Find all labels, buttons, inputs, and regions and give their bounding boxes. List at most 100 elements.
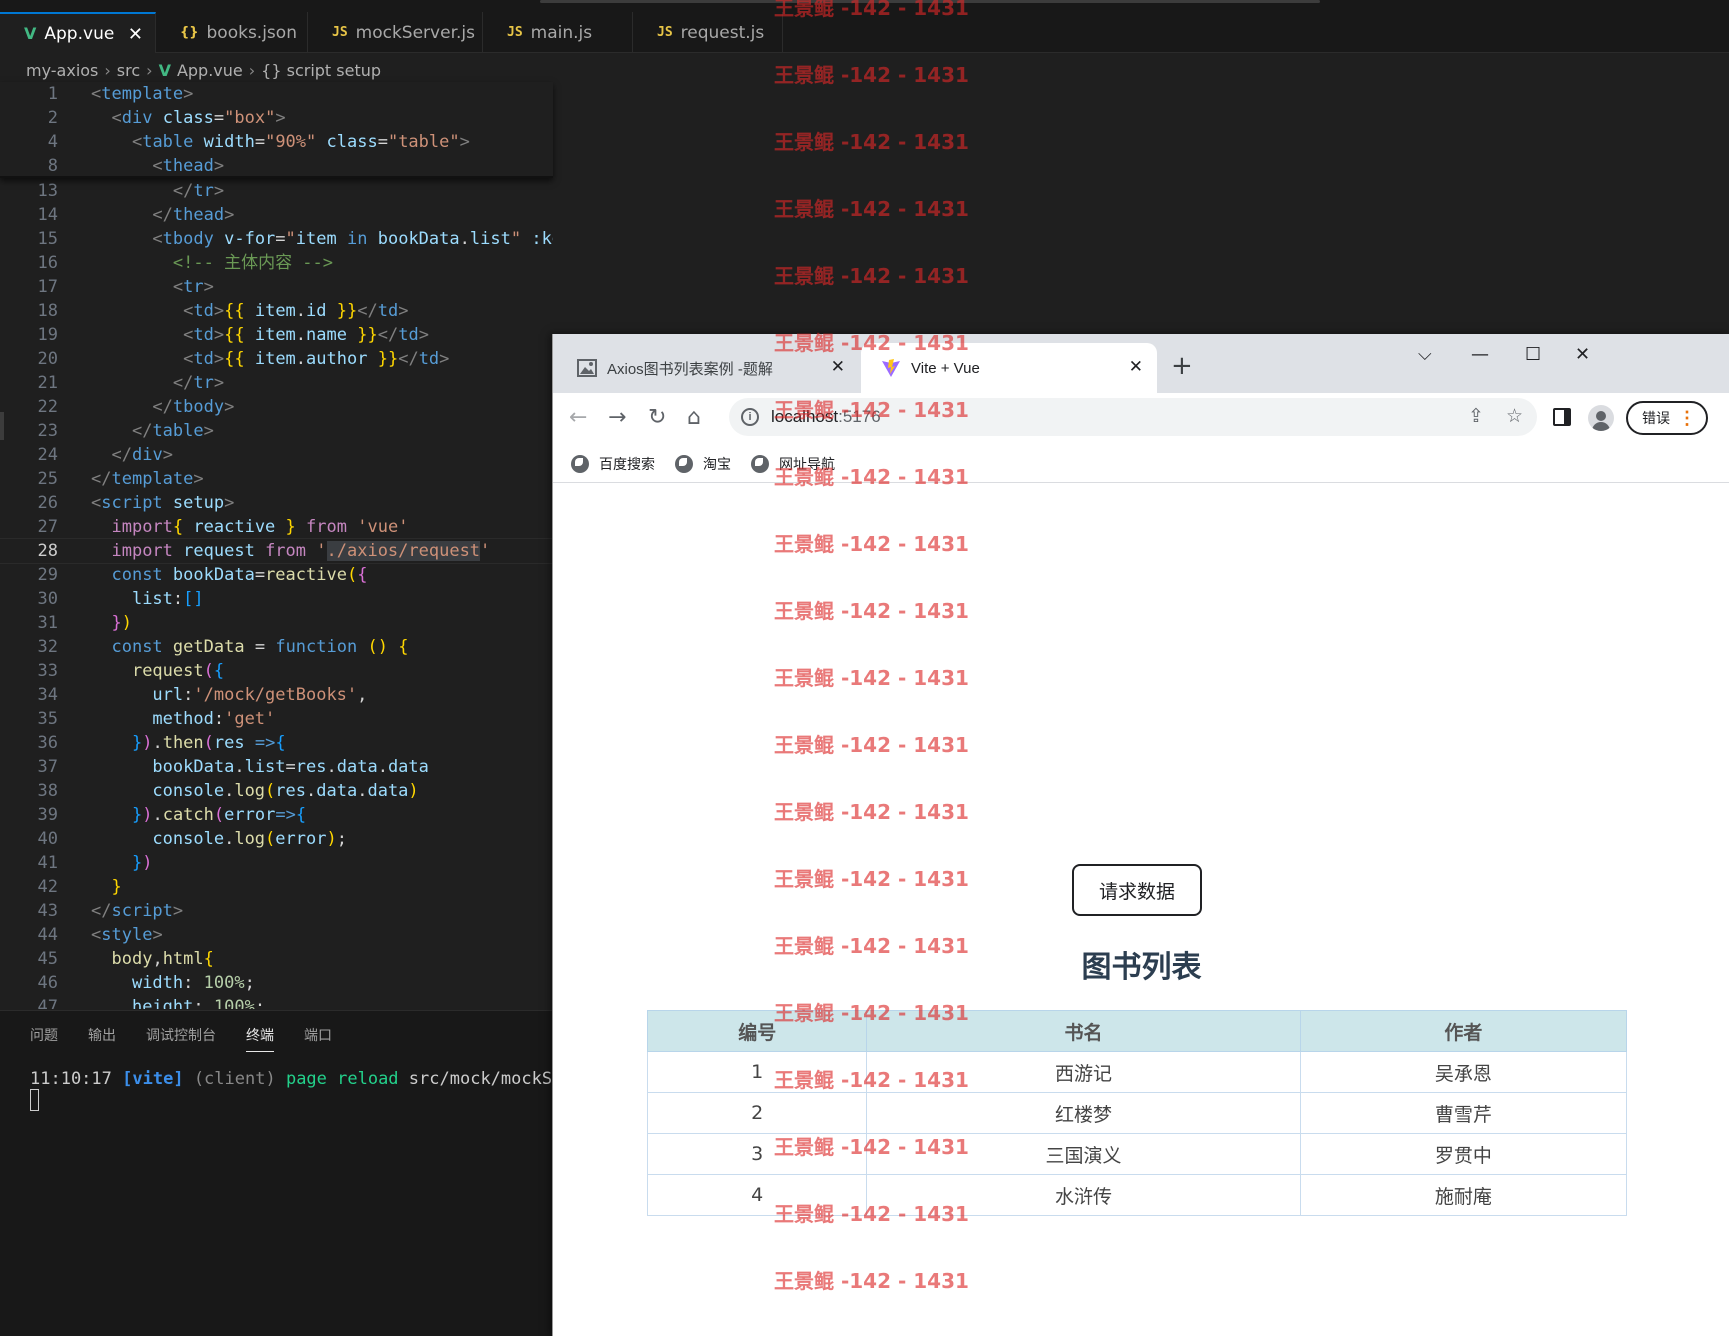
more-options-icon[interactable]: ⋮	[1678, 407, 1696, 429]
line-number: 47	[37, 997, 58, 1009]
code-line[interactable]: 47 height: 100%;	[0, 995, 553, 1009]
code-line[interactable]: 19 <td>{{ item.name }}</td>	[0, 323, 553, 347]
line-number: 40	[37, 829, 58, 849]
breadcrumb-item[interactable]: App.vue	[177, 61, 243, 80]
tab-search-icon[interactable]: ⌵	[1418, 344, 1432, 365]
code-line[interactable]: 39 }).catch(error=>{	[0, 803, 553, 827]
globe-icon	[571, 454, 589, 473]
code-text: <!-- 主体内容 -->	[172, 253, 334, 273]
breadcrumb-item[interactable]: my-axios	[26, 61, 98, 80]
globe-icon	[675, 454, 693, 473]
line-number: 41	[37, 853, 58, 873]
line-number: 14	[37, 205, 58, 225]
tab-books-json[interactable]: {} books.json	[156, 12, 308, 53]
request-data-button[interactable]: 请求数据	[1072, 864, 1202, 916]
table-cell: 水浒传	[866, 1174, 1301, 1216]
code-line[interactable]: 35 method:'get'	[0, 707, 553, 731]
tab-request-js[interactable]: JS request.js	[633, 12, 783, 53]
code-editor[interactable]: 13 </tr> 14 </thead> 15 <tbody v-for="item…	[0, 179, 553, 1009]
code-line[interactable]: 37 bookData.list=res.data.data	[0, 755, 553, 779]
code-line[interactable]: 38 console.log(res.data.data)	[0, 779, 553, 803]
code-line[interactable]: 27 import{ reactive } from 'vue'	[0, 515, 553, 539]
code-line[interactable]: 20 <td>{{ item.author }}</td>	[0, 347, 553, 371]
browser-tab-axios[interactable]: Axios图书列表案例 -题解 ✕	[563, 343, 859, 393]
forward-icon[interactable]: →	[608, 405, 626, 430]
close-icon[interactable]: ✕	[1129, 357, 1143, 377]
browser-toolbar: ← → ↻ ⌂ i localhost:5176 ⇪ ☆ 错误 ⋮	[553, 393, 1729, 445]
code-line[interactable]: 23 </table>	[0, 419, 553, 443]
code-line[interactable]: 17 <tr>	[0, 275, 553, 299]
code-line[interactable]: 13 </tr>	[0, 179, 553, 203]
code-text: console.log(res.data.data)	[152, 781, 419, 801]
avatar[interactable]	[1588, 405, 1614, 431]
code-line[interactable]: 24 </div>	[0, 443, 553, 467]
code-line[interactable]: 26 <script setup>	[0, 491, 553, 515]
code-line[interactable]: 16 <!-- 主体内容 -->	[0, 251, 553, 275]
home-icon[interactable]: ⌂	[687, 405, 701, 430]
code-line[interactable]: 44 <style>	[0, 923, 553, 947]
tab-app-vue[interactable]: V App.vue ✕	[0, 12, 156, 53]
maximize-icon[interactable]: ☐	[1525, 344, 1541, 365]
minimize-icon[interactable]: —	[1471, 344, 1489, 365]
code-line[interactable]: 21 </tr>	[0, 371, 553, 395]
code-line[interactable]: 4 <table width="90%" class="table">	[0, 130, 553, 154]
code-line[interactable]: 46 width: 100%;	[0, 971, 553, 995]
code-line[interactable]: 40 console.log(error);	[0, 827, 553, 851]
line-number: 42	[37, 877, 58, 897]
tab-main-js[interactable]: JS main.js	[483, 12, 633, 53]
table-row: 1 西游记 吴承恩	[646, 1051, 1628, 1093]
address-bar[interactable]: i localhost:5176 ⇪ ☆	[729, 398, 1537, 436]
code-line[interactable]: 15 <tbody v-for="item in bookData.list" …	[0, 227, 553, 251]
tab-output[interactable]: 输出	[88, 1025, 116, 1052]
code-line[interactable]: 32 const getData = function () {	[0, 635, 553, 659]
close-icon[interactable]: ✕	[831, 357, 845, 377]
code-line[interactable]: 18 <td>{{ item.id }}</td>	[0, 299, 553, 323]
code-line[interactable]: 2 <div class="box">	[0, 106, 553, 130]
breadcrumb-item[interactable]: {} script setup	[261, 61, 381, 80]
code-line[interactable]: 22 </tbody>	[0, 395, 553, 419]
window-close-icon[interactable]: ✕	[1575, 344, 1590, 365]
browser-tab-vite-vue[interactable]: Vite + Vue ✕	[861, 343, 1157, 393]
tab-ports[interactable]: 端口	[304, 1025, 332, 1052]
table-cell: 罗贯中	[1299, 1133, 1628, 1175]
close-icon[interactable]: ✕	[128, 24, 143, 45]
line-number: 23	[37, 421, 58, 441]
breadcrumb-item[interactable]: src	[117, 61, 140, 80]
code-line[interactable]: 14 </thead>	[0, 203, 553, 227]
line-number: 32	[37, 637, 58, 657]
tab-problems[interactable]: 问题	[30, 1025, 58, 1052]
code-line[interactable]: 29 const bookData=reactive({	[0, 563, 553, 587]
code-line[interactable]: 1 <template>	[0, 82, 553, 106]
reload-icon[interactable]: ↻	[648, 405, 666, 430]
command-center[interactable]	[540, 0, 1320, 3]
table-row: 3 三国演义 罗贯中	[646, 1133, 1628, 1175]
code-line[interactable]: 36 }).then(res =>{	[0, 731, 553, 755]
code-line[interactable]: 33 request({	[0, 659, 553, 683]
share-icon[interactable]: ⇪	[1468, 405, 1484, 428]
bookmark-star-icon[interactable]: ☆	[1506, 405, 1523, 428]
code-line[interactable]: 25 </template>	[0, 467, 553, 491]
tab-terminal[interactable]: 终端	[246, 1025, 274, 1052]
bookmark-taobao[interactable]: 淘宝	[675, 454, 731, 474]
info-icon[interactable]: i	[741, 408, 759, 426]
terminal[interactable]: 11:10:17 [vite] (client) page reload src…	[30, 1069, 624, 1111]
tab-debug-console[interactable]: 调试控制台	[146, 1025, 216, 1052]
side-panel-icon[interactable]	[1553, 408, 1571, 426]
code-line[interactable]: 34 url:'/mock/getBooks',	[0, 683, 553, 707]
code-line[interactable]: 42 }	[0, 875, 553, 899]
code-line[interactable]: 8 <thead>	[0, 154, 553, 176]
code-line[interactable]: 45 body,html{	[0, 947, 553, 971]
code-line[interactable]: 31 })	[0, 611, 553, 635]
bookmark-baidu[interactable]: 百度搜索	[571, 454, 655, 474]
code-line[interactable]: 43 </script>	[0, 899, 553, 923]
bookmark-nav[interactable]: 网址导航	[751, 454, 835, 474]
error-button[interactable]: 错误 ⋮	[1626, 401, 1708, 435]
code-line[interactable]: 28 import request from './axios/request'	[0, 538, 553, 564]
new-tab-button[interactable]: +	[1171, 351, 1193, 381]
tab-mockserver-js[interactable]: JS mockServer.js	[308, 12, 483, 53]
back-icon[interactable]: ←	[569, 405, 587, 430]
code-line[interactable]: 41 })	[0, 851, 553, 875]
code-line[interactable]: 30 list:[]	[0, 587, 553, 611]
image-icon	[577, 358, 597, 378]
code-text: </thead>	[152, 205, 235, 225]
